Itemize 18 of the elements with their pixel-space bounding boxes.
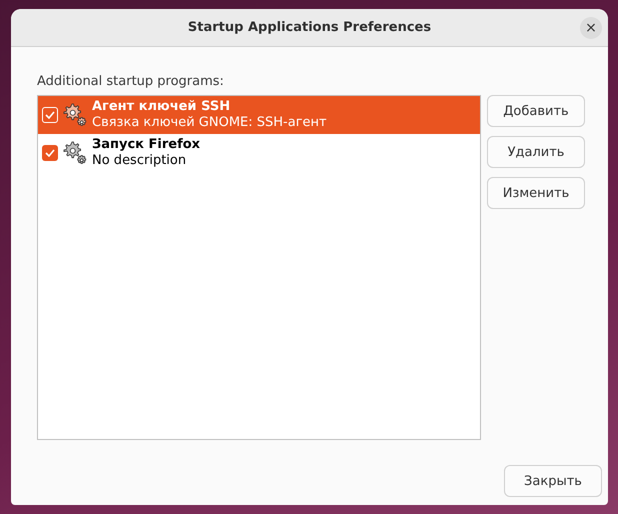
program-description: No description bbox=[92, 153, 188, 169]
gears-icon bbox=[62, 102, 88, 128]
program-description: Связка ключей GNOME: SSH-агент bbox=[92, 115, 327, 131]
program-name: Запуск Firefox bbox=[92, 137, 200, 153]
checkbox[interactable] bbox=[42, 107, 58, 123]
list-label: Additional startup programs: bbox=[37, 74, 225, 89]
gears-icon bbox=[62, 140, 88, 166]
checkbox[interactable] bbox=[42, 145, 58, 161]
program-name: Агент ключей SSH bbox=[92, 99, 232, 115]
close-button[interactable]: × bbox=[580, 17, 602, 39]
window-title: Startup Applications Preferences bbox=[188, 20, 432, 35]
action-button[interactable]: Добавить bbox=[487, 95, 585, 127]
checkmark-icon bbox=[45, 149, 55, 157]
action-button[interactable]: Изменить bbox=[487, 177, 585, 209]
close-dialog-button[interactable]: Закрыть bbox=[504, 465, 602, 497]
program-row[interactable]: Агент ключей SSH Связка ключей GNOME: SSH-агент bbox=[38, 96, 480, 134]
checkmark-icon bbox=[45, 111, 55, 119]
action-button[interactable]: Удалить bbox=[487, 136, 585, 168]
